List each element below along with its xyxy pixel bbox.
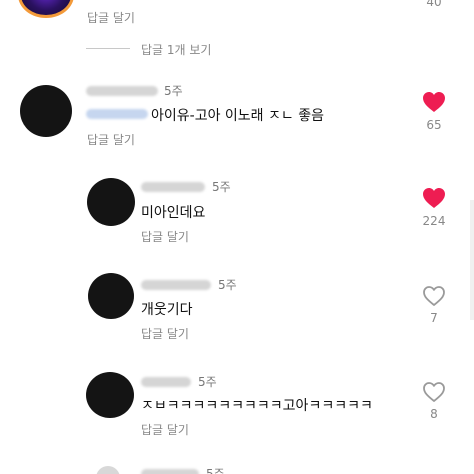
username[interactable]	[141, 182, 205, 192]
mention-tag[interactable]	[86, 109, 148, 119]
avatar[interactable]	[96, 466, 120, 474]
like-count: 224	[422, 214, 446, 228]
heart-outline-icon[interactable]	[422, 381, 446, 403]
comment-time: 5주	[212, 180, 231, 194]
reply-button[interactable]: 답글 달기	[87, 131, 135, 148]
avatar[interactable]	[18, 0, 74, 18]
comment-text: 미아인데요	[141, 205, 206, 221]
scrollbar[interactable]	[470, 200, 474, 320]
like-count: 40	[426, 0, 442, 9]
username[interactable]	[141, 469, 199, 474]
like-count: 7	[430, 311, 438, 325]
reply-button[interactable]: 답글 달기	[141, 228, 189, 245]
avatar[interactable]	[88, 273, 134, 319]
avatar[interactable]	[87, 178, 135, 226]
avatar[interactable]	[86, 372, 134, 418]
comment-time: 5주	[198, 375, 217, 389]
heart-outline-icon[interactable]	[422, 285, 446, 307]
comment-text: ㅈㅂㅋㅋㅋㅋㅋㅋㅋㅋㅋ고아ㅋㅋㅋㅋㅋ	[141, 398, 373, 414]
username[interactable]	[86, 86, 158, 96]
comment-time: 5주	[206, 467, 225, 474]
like-count: 65	[426, 118, 442, 132]
username[interactable]	[141, 280, 211, 290]
like-count: 8	[430, 407, 438, 421]
divider	[86, 48, 130, 49]
reply-button[interactable]: 답글 달기	[141, 421, 189, 438]
comment-time: 5주	[218, 278, 237, 292]
heart-filled-icon[interactable]	[422, 91, 446, 113]
username[interactable]	[141, 377, 191, 387]
avatar[interactable]	[20, 85, 72, 137]
comment-text: 아이유-고아 이노래 ㅈㄴ 좋음	[151, 108, 324, 124]
heart-filled-icon[interactable]	[422, 187, 446, 209]
reply-button[interactable]: 답글 달기	[141, 325, 189, 342]
comment-text: 개웃기다	[141, 302, 193, 318]
comment-time: 5주	[164, 84, 183, 98]
reply-button[interactable]: 답글 달기	[87, 9, 135, 26]
view-replies-button[interactable]: 답글 1개 보기	[141, 41, 211, 58]
